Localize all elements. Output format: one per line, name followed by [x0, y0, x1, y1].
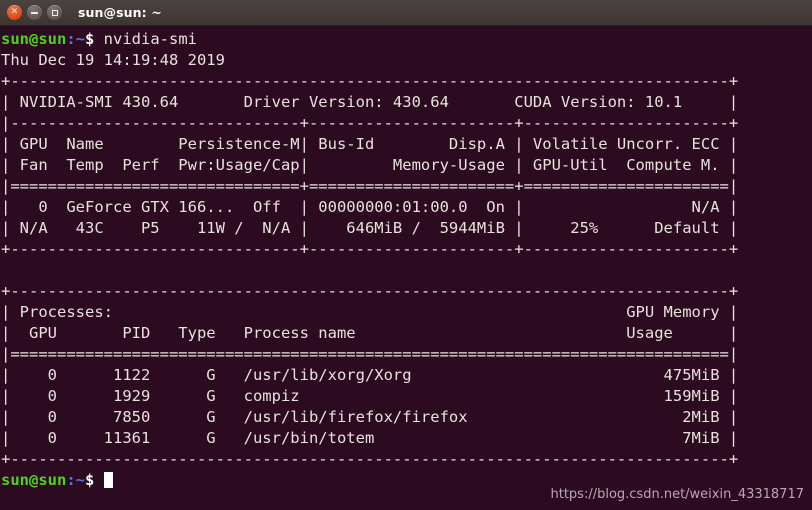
- smi-line: |===============================+=======…: [1, 177, 739, 195]
- smi-line: |=======================================…: [1, 345, 739, 363]
- process-row: | 0 1122 G /usr/lib/xorg/Xorg 475MiB |: [1, 366, 739, 384]
- text-cursor[interactable]: [103, 472, 113, 488]
- minimize-button[interactable]: [27, 5, 42, 20]
- terminal-output-area[interactable]: sun@sun:~$ nvidia-smi Thu Dec 19 14:19:4…: [0, 26, 812, 510]
- prompt-sigil: $: [85, 30, 95, 48]
- date-line: Thu Dec 19 14:19:48 2019: [1, 51, 225, 69]
- watermark: https://blog.csdn.net/weixin_43318717: [550, 487, 804, 502]
- prompt-user-host: sun@sun: [1, 30, 67, 48]
- smi-gpu-row-bottom: | N/A 43C P5 11W / N/A | 646MiB / 5944Mi…: [1, 219, 739, 237]
- close-button[interactable]: ×: [7, 5, 22, 20]
- nvidia-smi-output: +---------------------------------------…: [1, 71, 812, 470]
- window-controls: ×: [7, 5, 62, 20]
- smi-gpu-row-top: | 0 GeForce GTX 166... Off | 00000000:01…: [1, 198, 739, 216]
- process-row: | 0 7850 G /usr/lib/firefox/firefox 2MiB…: [1, 408, 739, 426]
- smi-line: +---------------------------------------…: [1, 450, 739, 468]
- process-row: | 0 1929 G compiz 159MiB |: [1, 387, 739, 405]
- minimize-icon: [31, 11, 38, 14]
- terminal-window: × sun@sun: ~ sun@sun:~$ nvidia-smi Thu D…: [0, 0, 812, 510]
- command-prompt-line: sun@sun:~$ nvidia-smi: [1, 29, 812, 50]
- prompt-sigil: $: [85, 471, 95, 489]
- maximize-icon: [51, 9, 58, 16]
- smi-line: +---------------------------------------…: [1, 72, 739, 90]
- window-titlebar: × sun@sun: ~: [0, 0, 812, 26]
- prompt-user-host: sun@sun: [1, 471, 67, 489]
- smi-line: +-------------------------------+-------…: [1, 240, 739, 258]
- smi-header-versions: | NVIDIA-SMI 430.64 Driver Version: 430.…: [1, 93, 739, 111]
- process-row: | 0 11361 G /usr/bin/totem 7MiB |: [1, 429, 739, 447]
- prompt-path: :~: [66, 30, 85, 48]
- smi-line: +---------------------------------------…: [1, 282, 739, 300]
- prompt-path: :~: [66, 471, 85, 489]
- smi-blank-line: [1, 260, 812, 281]
- window-title: sun@sun: ~: [78, 5, 162, 20]
- close-icon: ×: [10, 6, 19, 17]
- smi-processes-title: | Processes: GPU Memory |: [1, 303, 739, 321]
- smi-column-headers-row1: | GPU Name Persistence-M| Bus-Id Disp.A …: [1, 135, 739, 153]
- command-text: nvidia-smi: [94, 30, 197, 48]
- smi-line: |-------------------------------+-------…: [1, 114, 739, 132]
- smi-column-headers-row2: | Fan Temp Perf Pwr:Usage/Cap| Memory-Us…: [1, 156, 739, 174]
- smi-processes-headers: | GPU PID Type Process name Usage |: [1, 324, 739, 342]
- maximize-button[interactable]: [47, 5, 62, 20]
